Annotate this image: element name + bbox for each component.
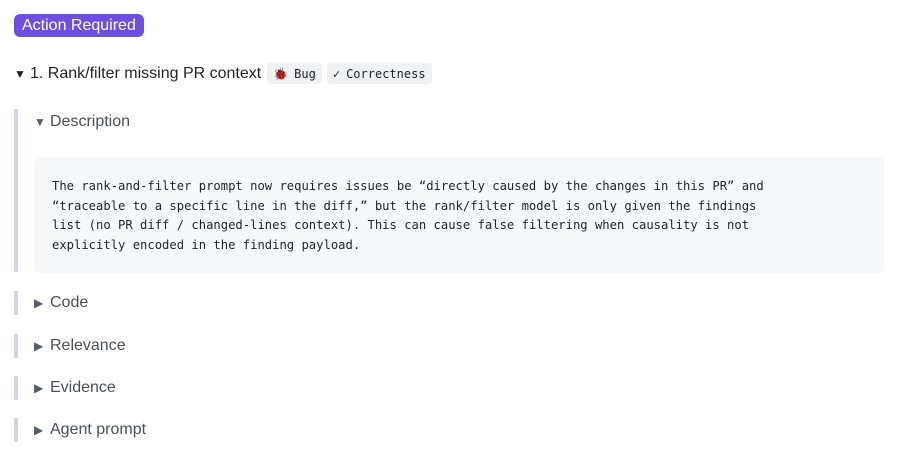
- section-relevance-toggle[interactable]: ▶ Relevance: [18, 334, 126, 358]
- section-evidence-label[interactable]: Evidence: [50, 379, 116, 397]
- caret-right-icon[interactable]: ▶: [34, 339, 50, 353]
- section-evidence: ▶ Evidence: [14, 376, 116, 400]
- issue-header[interactable]: ▼ 1. Rank/filter missing PR context 🐞 Bu…: [14, 63, 437, 84]
- description-line: list (no PR diff / changed-lines context…: [52, 218, 750, 233]
- tag-correctness: ✓ Correctness: [326, 63, 432, 84]
- description-line: “traceable to a specific line in the dif…: [52, 198, 757, 213]
- caret-right-icon[interactable]: ▶: [34, 381, 50, 395]
- tag-bug-label: Bug: [294, 66, 316, 81]
- caret-right-icon[interactable]: ▶: [34, 423, 50, 437]
- description-line: The rank-and-filter prompt now requires …: [52, 179, 764, 193]
- section-code-toggle[interactable]: ▶ Code: [18, 291, 88, 315]
- section-description: ▼ Description The rank-and-filter prompt…: [14, 109, 884, 273]
- section-description-label[interactable]: Description: [50, 113, 130, 131]
- issue-title[interactable]: 1. Rank/filter missing PR context: [30, 65, 261, 83]
- description-box: The rank-and-filter prompt now requires …: [34, 157, 884, 273]
- caret-right-icon[interactable]: ▶: [34, 296, 50, 310]
- tag-correctness-label: Correctness: [346, 66, 426, 81]
- caret-down-icon[interactable]: ▼: [34, 115, 50, 129]
- section-description-toggle[interactable]: ▼ Description: [18, 109, 130, 135]
- action-required-badge: Action Required: [14, 14, 144, 37]
- section-code-label[interactable]: Code: [50, 294, 88, 312]
- caret-down-icon[interactable]: ▼: [14, 67, 30, 81]
- section-agent-prompt-toggle[interactable]: ▶ Agent prompt: [18, 418, 146, 442]
- tag-bug: 🐞 Bug: [267, 63, 322, 84]
- section-code: ▶ Code: [14, 291, 88, 315]
- check-icon: ✓: [332, 66, 341, 81]
- section-relevance-label[interactable]: Relevance: [50, 337, 126, 355]
- bug-icon: 🐞: [273, 66, 289, 81]
- section-agent-prompt: ▶ Agent prompt: [14, 418, 146, 442]
- description-line: explicitly encoded in the finding payloa…: [52, 237, 361, 252]
- section-relevance: ▶ Relevance: [14, 334, 126, 358]
- section-evidence-toggle[interactable]: ▶ Evidence: [18, 376, 116, 400]
- section-agent-prompt-label[interactable]: Agent prompt: [50, 421, 146, 439]
